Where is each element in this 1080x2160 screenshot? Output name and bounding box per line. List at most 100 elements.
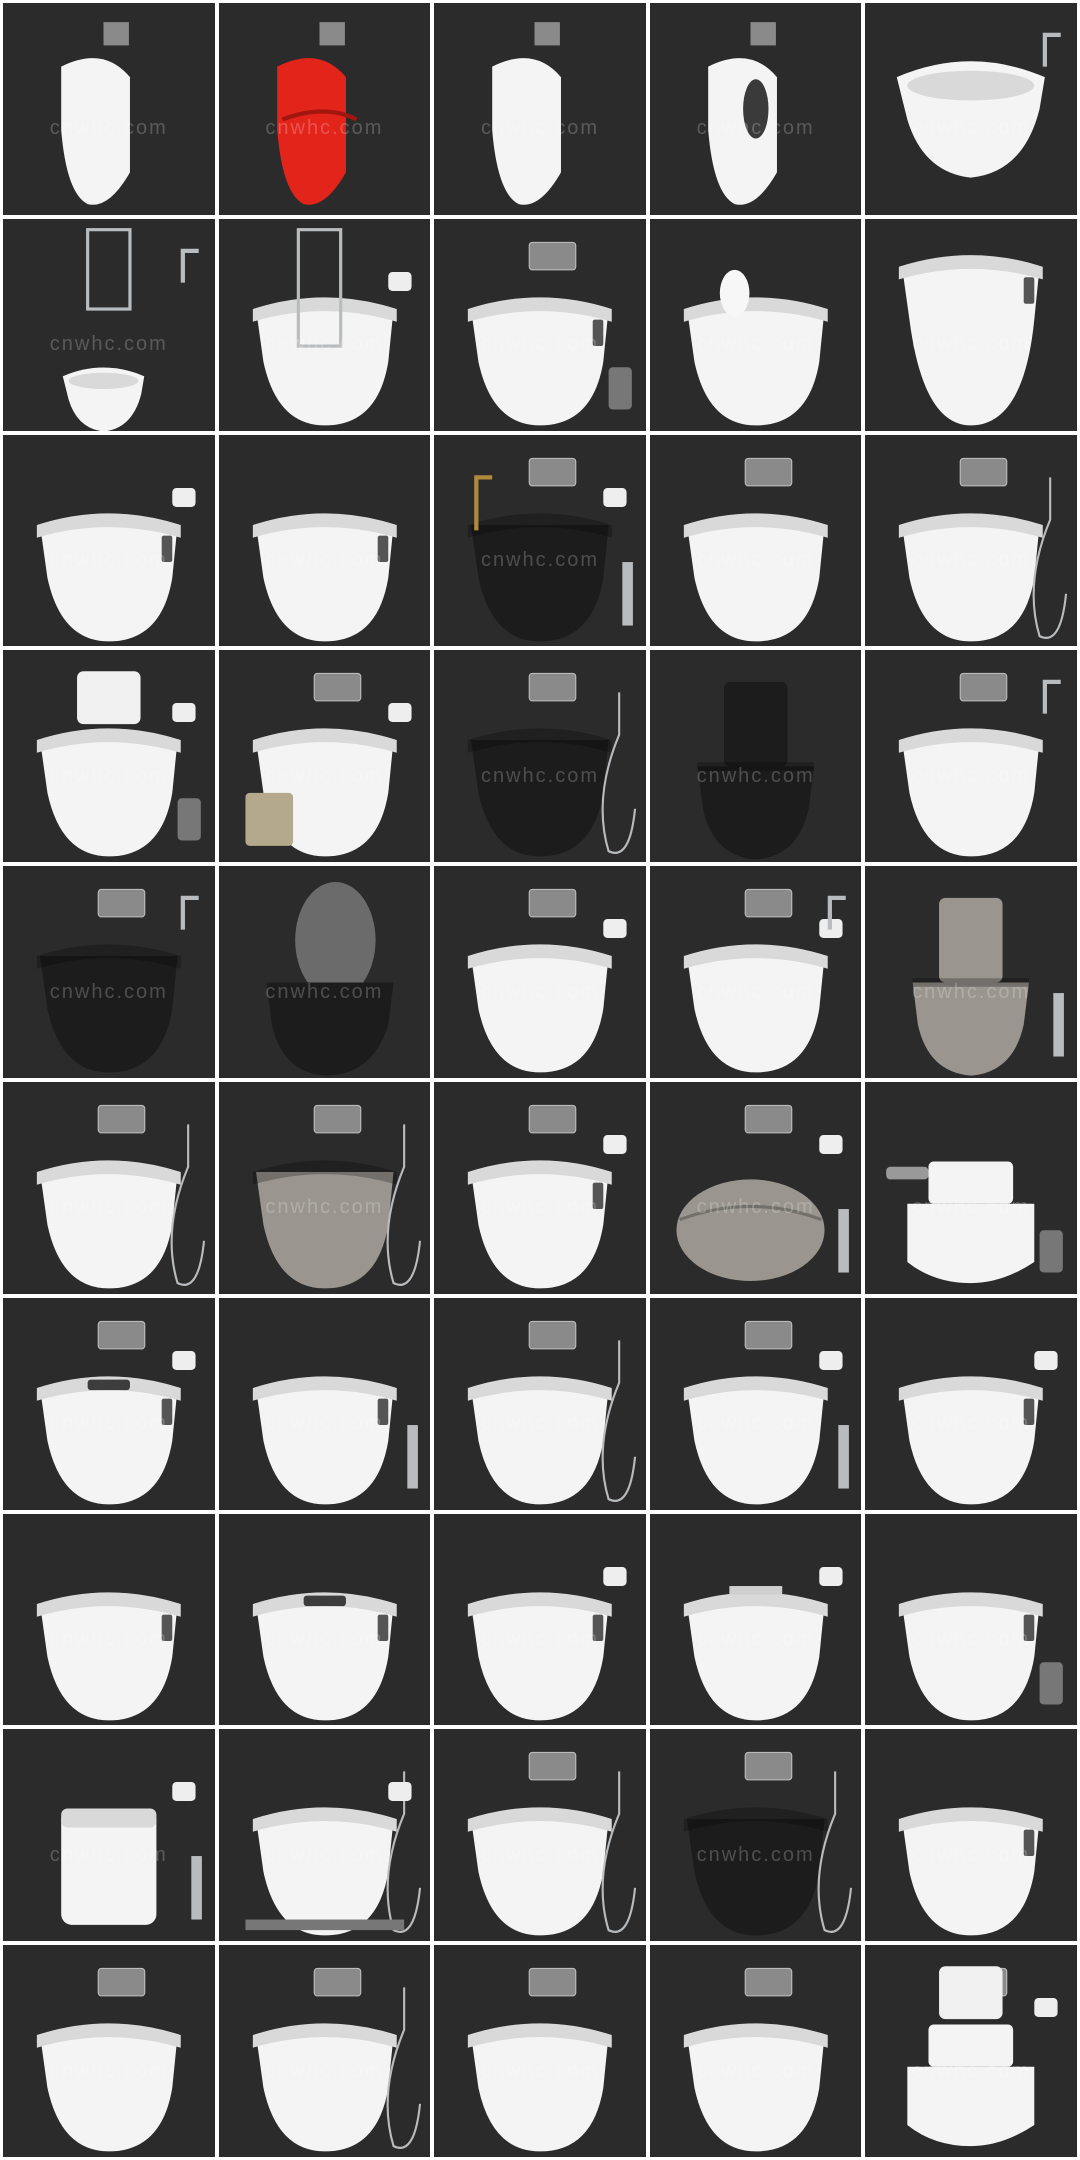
product-render xyxy=(907,1966,1058,2147)
product-tile-34[interactable]: cnwhc.com xyxy=(649,1297,862,1510)
smart-toilet-fixture xyxy=(252,1376,397,1505)
wall-toilet-fixture xyxy=(36,944,181,1073)
product-tile-38[interactable]: cnwhc.com xyxy=(434,1513,646,1726)
flush-plate xyxy=(960,457,1008,487)
product-tile-7[interactable]: cnwhc.com xyxy=(218,218,431,431)
product-tile-33[interactable]: cnwhc.com xyxy=(434,1297,646,1510)
wall-toilet-fixture xyxy=(252,2023,397,2152)
wall-toilet-fixture xyxy=(683,512,828,641)
product-tile-45[interactable]: cnwhc.com xyxy=(865,1729,1077,1942)
product-tile-22[interactable]: cnwhc.com xyxy=(218,866,431,1078)
product-tile-32[interactable]: cnwhc.com xyxy=(218,1297,431,1510)
product-tile-6[interactable]: cnwhc.com xyxy=(3,218,215,431)
product-render xyxy=(468,457,634,642)
product-tile-37[interactable]: cnwhc.com xyxy=(218,1513,431,1726)
flush-plate xyxy=(744,457,793,487)
product-tile-30[interactable]: cnwhc.com xyxy=(865,1082,1077,1294)
bowl xyxy=(40,956,178,1073)
bowl xyxy=(40,1172,178,1289)
bowl xyxy=(697,766,814,860)
product-render xyxy=(683,457,828,641)
hand-spray-hose xyxy=(386,1124,421,1286)
product-render xyxy=(36,1320,196,1505)
product-render xyxy=(468,241,633,426)
product-tile-42[interactable]: cnwhc.com xyxy=(218,1729,431,1942)
product-tile-17[interactable]: cnwhc.com xyxy=(218,650,431,863)
product-tile-9[interactable]: cnwhc.com xyxy=(649,218,862,431)
product-tile-1[interactable]: cnwhc.com xyxy=(3,3,215,215)
hand-spray-hose xyxy=(1033,477,1068,639)
hand-spray-hose xyxy=(817,1771,852,1934)
product-tile-12[interactable]: cnwhc.com xyxy=(218,434,431,647)
wall-toilet-rounded-fixture xyxy=(252,1160,397,1289)
smart-toilet-fixture xyxy=(468,297,612,426)
top-block xyxy=(928,2024,1014,2067)
product-tile-20[interactable]: cnwhc.com xyxy=(865,650,1077,863)
product-tile-35[interactable]: cnwhc.com xyxy=(865,1297,1077,1510)
product-render xyxy=(683,1566,843,1720)
product-render xyxy=(913,898,1065,1076)
product-tile-24[interactable]: cnwhc.com xyxy=(649,866,862,1078)
product-tile-29[interactable]: cnwhc.com xyxy=(649,1082,862,1294)
product-tile-10[interactable]: cnwhc.com xyxy=(865,218,1077,431)
control-panel xyxy=(161,535,173,562)
product-tile-8[interactable]: cnwhc.com xyxy=(434,218,646,431)
control-panel xyxy=(377,535,388,562)
product-tile-43[interactable]: cnwhc.com xyxy=(434,1729,646,1942)
product-tile-50[interactable]: cnwhc.com xyxy=(865,1945,1077,2157)
product-tile-25[interactable]: cnwhc.com xyxy=(865,866,1077,1078)
smart-toilet-display-fixture xyxy=(252,1591,397,1720)
faucet xyxy=(180,248,199,283)
wall-toilet-fixture xyxy=(468,728,612,857)
product-tile-11[interactable]: cnwhc.com xyxy=(3,434,215,647)
bowl xyxy=(686,1387,825,1505)
sensor-plate xyxy=(319,22,345,46)
product-render xyxy=(707,22,777,205)
product-tile-31[interactable]: cnwhc.com xyxy=(3,1297,215,1510)
toilet-brush xyxy=(838,1209,849,1273)
product-tile-26[interactable]: cnwhc.com xyxy=(3,1082,215,1294)
product-tile-41[interactable]: cnwhc.com xyxy=(3,1729,215,1942)
product-tile-49[interactable]: cnwhc.com xyxy=(649,1945,862,2157)
bowl xyxy=(255,2035,394,2152)
product-tile-13[interactable]: cnwhc.com xyxy=(434,434,646,647)
toilet-brush xyxy=(838,1424,849,1489)
urinal-lips-fixture xyxy=(276,58,358,205)
faucet xyxy=(180,895,199,930)
product-tile-27[interactable]: cnwhc.com xyxy=(218,1082,431,1294)
product-tile-16[interactable]: cnwhc.com xyxy=(3,650,215,863)
product-tile-3[interactable]: cnwhc.com xyxy=(434,3,646,215)
product-tile-2[interactable]: cnwhc.com xyxy=(218,3,431,215)
product-tile-40[interactable]: cnwhc.com xyxy=(865,1513,1077,1726)
product-tile-18[interactable]: cnwhc.com xyxy=(434,650,646,863)
toilet-brush xyxy=(406,1424,418,1489)
product-tile-28[interactable]: cnwhc.com xyxy=(434,1082,646,1294)
product-tile-39[interactable]: cnwhc.com xyxy=(649,1513,862,1726)
toilet-roll-holder xyxy=(387,703,412,723)
urinal-fixture xyxy=(492,58,562,205)
product-tile-4[interactable]: cnwhc.com xyxy=(649,3,862,215)
urinal-body xyxy=(276,58,346,205)
product-tile-48[interactable]: cnwhc.com xyxy=(434,1945,646,2157)
product-tile-47[interactable]: cnwhc.com xyxy=(218,1945,431,2157)
one-piece-toilet-fixture xyxy=(907,1161,1035,1284)
product-tile-36[interactable]: cnwhc.com xyxy=(3,1513,215,1726)
bowl xyxy=(902,1387,1040,1505)
product-tile-19[interactable]: cnwhc.com xyxy=(649,650,862,863)
product-render xyxy=(252,1104,421,1289)
hand-spray-hose xyxy=(601,692,637,855)
product-render xyxy=(266,882,394,1076)
product-tile-15[interactable]: cnwhc.com xyxy=(865,434,1077,647)
product-tile-21[interactable]: cnwhc.com xyxy=(3,866,215,1078)
product-tile-23[interactable]: cnwhc.com xyxy=(434,866,646,1078)
product-tile-14[interactable]: cnwhc.com xyxy=(649,434,862,647)
product-tile-44[interactable]: cnwhc.com xyxy=(649,1729,862,1942)
product-render xyxy=(36,1104,206,1289)
product-render xyxy=(899,254,1044,426)
smart-toilet-fixture xyxy=(899,1376,1044,1505)
product-tile-5[interactable]: cnwhc.com xyxy=(865,3,1077,215)
product-tile-46[interactable]: cnwhc.com xyxy=(3,1945,215,2157)
top-tray xyxy=(729,1585,783,1595)
product-render xyxy=(683,269,828,426)
product-render xyxy=(36,671,201,857)
